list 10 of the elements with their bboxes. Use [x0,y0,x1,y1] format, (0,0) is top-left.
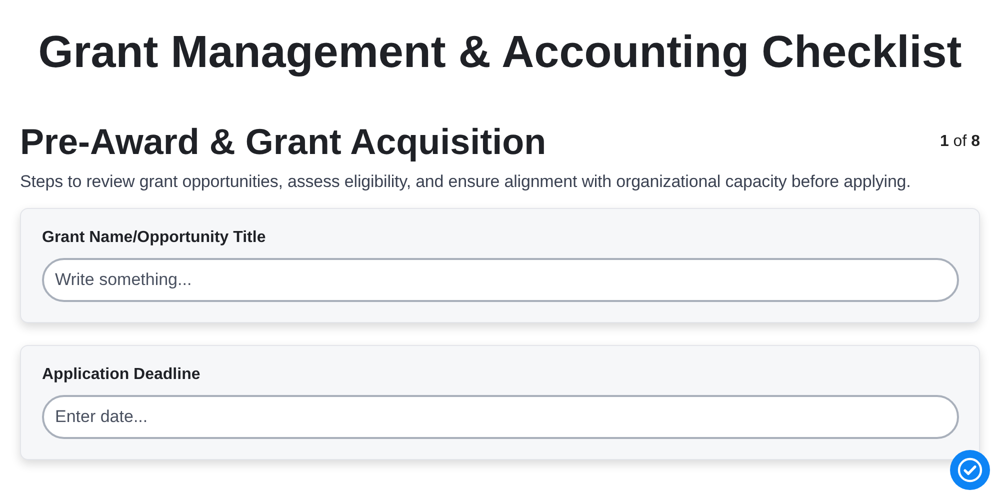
input-field[interactable]: Enter date... [42,395,959,439]
field-label: Grant Name/Opportunity Title [42,229,267,247]
section-description: Steps to review grant opportunities, assess eligibility, and ensure alignment with organizational capacity before applying. [20,172,912,192]
check-circle-icon [957,457,983,483]
field-label: Application Deadline [42,366,202,384]
input-field[interactable]: Write something... [42,258,959,302]
section-heading: Pre-Award & Grant Acquisition [20,120,546,164]
check-button[interactable] [950,450,990,490]
page-title: Grant Management & Accounting Checklist [37,26,963,78]
page-counter: 1 of 8 [940,133,980,151]
